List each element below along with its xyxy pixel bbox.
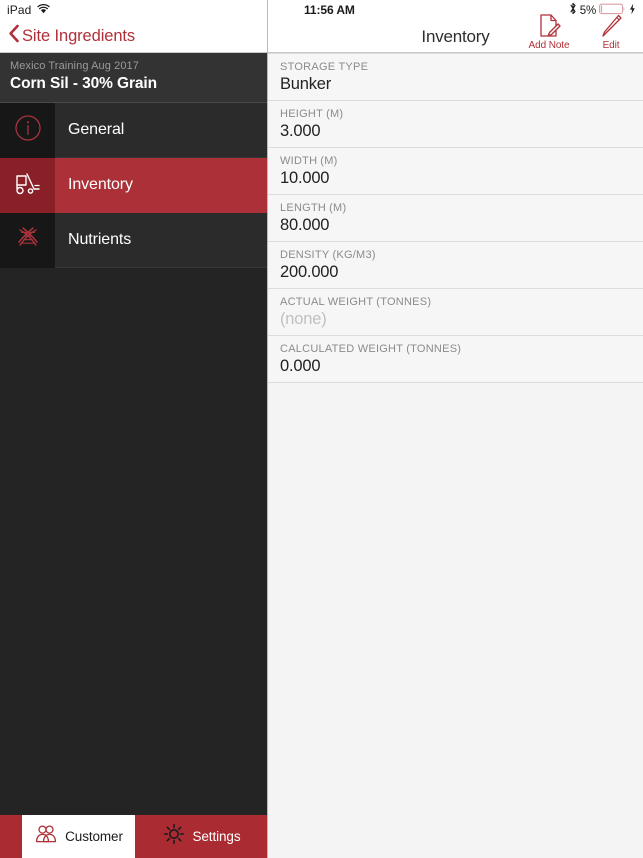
detail-value: 10.000 <box>280 169 330 187</box>
section-list: General Inventory Nutrients <box>0 103 267 268</box>
detail-label-text: LENGTH <box>280 202 327 214</box>
tab-bar-left-edge <box>0 815 22 858</box>
status-bar-time: 11:56 AM <box>304 3 355 17</box>
tab-settings[interactable]: Settings <box>135 815 267 858</box>
detail-label: WIDTH (M) <box>280 155 643 167</box>
detail-label-unit: (M) <box>326 108 344 120</box>
navbar-actions: Add Note Edit <box>525 14 635 51</box>
detail-label: ACTUAL WEIGHT (TONNES) <box>280 296 643 308</box>
sidebar-pane: iPad Site Ingredients Mexico Training Au… <box>0 0 268 858</box>
dna-helix-icon-cell <box>0 213 55 268</box>
detail-row-length[interactable]: LENGTH (M) 80.000 <box>268 195 643 242</box>
sidebar-item-label: Inventory <box>68 176 133 193</box>
detail-label-unit: (M) <box>329 202 347 214</box>
detail-label-text: ACTUAL WEIGHT <box>280 296 374 308</box>
chevron-left-icon <box>8 24 20 48</box>
detail-row-actual-weight[interactable]: ACTUAL WEIGHT (TONNES) (none) <box>268 289 643 336</box>
detail-label: CALCULATED WEIGHT (TONNES) <box>280 343 643 355</box>
sidebar-empty-area <box>0 268 267 815</box>
device-label: iPad <box>7 3 32 17</box>
detail-value: Bunker <box>280 75 332 93</box>
detail-row-width[interactable]: WIDTH (M) 10.000 <box>268 148 643 195</box>
item-subtitle: Mexico Training Aug 2017 <box>10 60 139 72</box>
detail-label: HEIGHT (M) <box>280 108 643 120</box>
detail-empty-area <box>268 383 643 858</box>
forklift-icon <box>13 170 43 201</box>
detail-row-calculated-weight[interactable]: CALCULATED WEIGHT (TONNES) 0.000 <box>268 336 643 383</box>
edit-button[interactable]: Edit <box>587 14 635 51</box>
detail-pane: 11:56 AM 5% Inventory Add Note Edit STOR… <box>268 0 643 858</box>
dna-helix-icon <box>13 224 43 257</box>
sidebar-item-label: Nutrients <box>68 231 132 248</box>
back-button-label: Site Ingredients <box>22 26 136 45</box>
sidebar-item-nutrients[interactable]: Nutrients <box>0 213 267 268</box>
tab-customer-label: Customer <box>65 829 123 844</box>
sidebar-item-inventory[interactable]: Inventory <box>0 158 267 213</box>
detail-row-storage-type[interactable]: STORAGE TYPE Bunker <box>268 53 643 101</box>
detail-value: 80.000 <box>280 216 330 234</box>
sidebar-navbar: Site Ingredients <box>0 20 267 53</box>
detail-label: DENSITY (KG/M3) <box>280 249 643 261</box>
detail-label-text: DENSITY <box>280 249 330 261</box>
sidebar-item-nutrients-label-cell: Nutrients <box>55 213 267 268</box>
item-title: Corn Sil - 30% Grain <box>10 75 158 92</box>
info-circle-icon <box>14 114 42 147</box>
people-icon <box>34 824 58 849</box>
detail-value: 200.000 <box>280 263 339 281</box>
detail-label-text: WIDTH <box>280 155 318 167</box>
detail-field-list: STORAGE TYPE Bunker HEIGHT (M) 3.000 WIDT… <box>268 53 643 383</box>
sidebar-item-inventory-label-cell: Inventory <box>55 158 267 213</box>
detail-label-text: HEIGHT <box>280 108 324 120</box>
bottom-tab-bar: Customer Settings <box>0 815 267 858</box>
info-circle-icon-cell <box>0 103 55 158</box>
tab-customer[interactable]: Customer <box>22 815 135 858</box>
detail-label-text: STORAGE TYPE <box>280 61 369 73</box>
add-note-label: Add Note <box>528 40 570 51</box>
detail-navbar: Inventory Add Note Edit <box>268 14 643 53</box>
sidebar-item-general[interactable]: General <box>0 103 267 158</box>
detail-value-placeholder: (none) <box>280 310 327 328</box>
detail-row-height[interactable]: HEIGHT (M) 3.000 <box>268 101 643 148</box>
item-header: Mexico Training Aug 2017 Corn Sil - 30% … <box>0 53 267 103</box>
detail-row-density[interactable]: DENSITY (KG/M3) 200.000 <box>268 242 643 289</box>
detail-value: 3.000 <box>280 122 321 140</box>
wifi-icon <box>37 1 51 19</box>
add-note-button[interactable]: Add Note <box>525 14 573 51</box>
detail-label-unit: (TONNES) <box>376 296 432 308</box>
sidebar-item-general-label-cell: General <box>55 103 267 158</box>
tab-settings-label: Settings <box>192 829 241 844</box>
page-pencil-icon <box>537 14 561 39</box>
back-button[interactable]: Site Ingredients <box>8 24 135 48</box>
detail-label-unit: (TONNES) <box>406 343 462 355</box>
detail-label-text: CALCULATED WEIGHT <box>280 343 404 355</box>
detail-label: LENGTH (M) <box>280 202 643 214</box>
edit-label: Edit <box>602 40 620 51</box>
pencil-icon <box>599 14 623 39</box>
app-root: iPad Site Ingredients Mexico Training Au… <box>0 0 643 858</box>
gear-icon <box>162 822 186 851</box>
detail-label-unit: (M) <box>320 155 338 167</box>
detail-label-unit: (KG/M3) <box>332 249 376 261</box>
detail-label: STORAGE TYPE <box>280 61 643 73</box>
sidebar-item-label: General <box>68 121 125 138</box>
detail-value: 0.000 <box>280 357 321 375</box>
forklift-icon-cell <box>0 158 55 213</box>
status-bar-left: iPad <box>0 0 267 20</box>
